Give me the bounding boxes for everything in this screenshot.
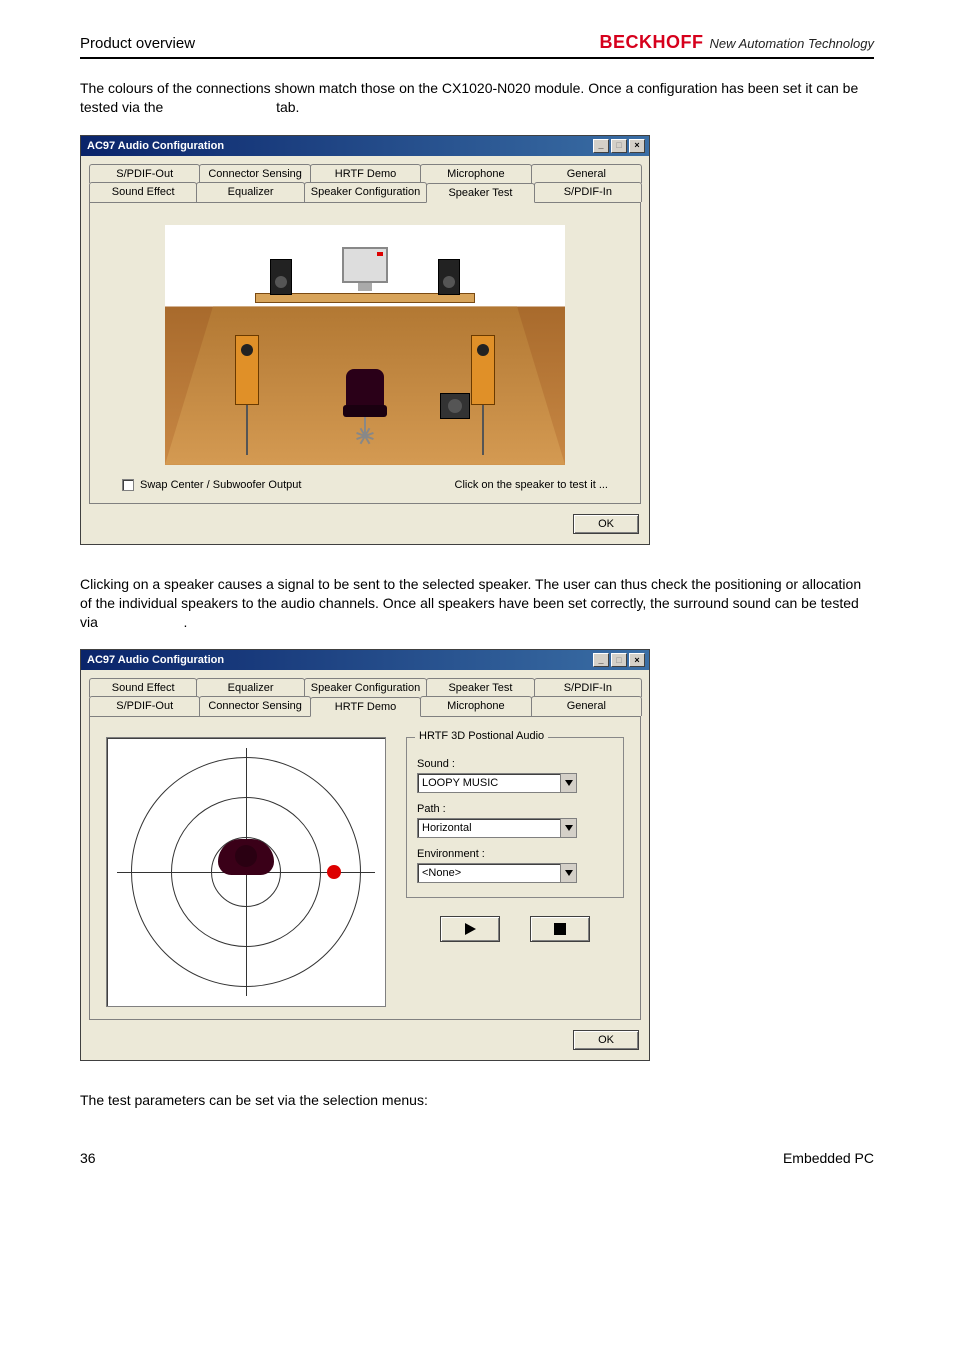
- monitor-icon: [342, 247, 388, 283]
- tab-speaker-test[interactable]: Speaker Test: [426, 183, 534, 203]
- environment-value: <None>: [422, 867, 461, 879]
- section-title: Product overview: [80, 35, 195, 52]
- tab-hrtf-demo[interactable]: HRTF Demo: [310, 697, 421, 717]
- speaker-test-scene[interactable]: [165, 225, 565, 465]
- minimize-button[interactable]: _: [593, 139, 609, 153]
- brand-tagline: New Automation Technology: [709, 36, 874, 51]
- environment-label: Environment :: [417, 848, 613, 860]
- front-left-speaker-icon[interactable]: [270, 259, 292, 295]
- listener-top-icon: [218, 839, 274, 899]
- brand-logo: BECKHOFF: [599, 32, 703, 53]
- window-title: AC97 Audio Configuration: [87, 654, 224, 666]
- tab-connector-sensing[interactable]: Connector Sensing: [199, 164, 310, 183]
- path-label: Path :: [417, 803, 613, 815]
- rear-right-speaker-icon[interactable]: [471, 335, 495, 405]
- chevron-down-icon[interactable]: [560, 819, 576, 837]
- audio-config-dialog-hrtf-demo: AC97 Audio Configuration _ □ × Sound Eff…: [80, 649, 650, 1061]
- swap-label: Swap Center / Subwoofer Output: [140, 479, 301, 491]
- tab-speaker-configuration[interactable]: Speaker Configuration: [304, 182, 427, 202]
- chevron-down-icon[interactable]: [560, 774, 576, 792]
- path-select[interactable]: Horizontal: [417, 818, 577, 838]
- tab-microphone[interactable]: Microphone: [420, 164, 531, 183]
- sound-value: LOOPY MUSIC: [422, 777, 498, 789]
- environment-select[interactable]: <None>: [417, 863, 577, 883]
- tab-microphone[interactable]: Microphone: [420, 696, 531, 716]
- tab-speaker-configuration[interactable]: Speaker Configuration: [304, 678, 427, 697]
- play-button[interactable]: [440, 916, 500, 942]
- audio-config-dialog-speaker-test: AC97 Audio Configuration _ □ × S/PDIF-Ou…: [80, 135, 650, 545]
- hrtf-group-label: HRTF 3D Postional Audio: [415, 730, 548, 742]
- tab-spdif-out[interactable]: S/PDIF-Out: [89, 164, 200, 183]
- ok-button[interactable]: OK: [573, 1030, 639, 1050]
- subwoofer-icon[interactable]: [440, 393, 470, 419]
- intro-paragraph-3: The test parameters can be set via the s…: [80, 1091, 874, 1110]
- chevron-down-icon[interactable]: [560, 864, 576, 882]
- titlebar[interactable]: AC97 Audio Configuration _ □ ×: [81, 650, 649, 670]
- close-button[interactable]: ×: [629, 139, 645, 153]
- tab-spdif-out[interactable]: S/PDIF-Out: [89, 696, 200, 716]
- front-right-speaker-icon[interactable]: [438, 259, 460, 295]
- sound-source-dot-icon[interactable]: [327, 865, 341, 879]
- close-button[interactable]: ×: [629, 653, 645, 667]
- maximize-button[interactable]: □: [611, 139, 627, 153]
- tab-sound-effect[interactable]: Sound Effect: [89, 678, 197, 697]
- tab-general[interactable]: General: [531, 164, 642, 183]
- stop-icon: [554, 923, 566, 935]
- intro-paragraph-2: Clicking on a speaker causes a signal to…: [80, 575, 874, 632]
- intro-paragraph-1: The colours of the connections shown mat…: [80, 79, 874, 117]
- swap-center-sub-checkbox[interactable]: Swap Center / Subwoofer Output: [122, 479, 301, 491]
- tab-sound-effect[interactable]: Sound Effect: [89, 182, 197, 202]
- page-header: Product overview BECKHOFF New Automation…: [80, 32, 874, 59]
- tab-general[interactable]: General: [531, 696, 642, 716]
- tab-spdif-in[interactable]: S/PDIF-In: [534, 678, 642, 697]
- doc-name: Embedded PC: [783, 1150, 874, 1166]
- intro-p1-suffix: tab.: [276, 99, 299, 115]
- tab-hrtf-demo[interactable]: HRTF Demo: [310, 164, 421, 183]
- tab-connector-sensing[interactable]: Connector Sensing: [199, 696, 310, 716]
- stop-button[interactable]: [530, 916, 590, 942]
- listener-chair-icon: [341, 369, 389, 425]
- sound-select[interactable]: LOOPY MUSIC: [417, 773, 577, 793]
- hrtf-radar[interactable]: [106, 737, 386, 1007]
- hrtf-fieldset: HRTF 3D Postional Audio Sound : LOOPY MU…: [406, 737, 624, 898]
- tab-speaker-test[interactable]: Speaker Test: [426, 678, 534, 697]
- intro-p2-suffix: .: [183, 614, 187, 630]
- ok-button[interactable]: OK: [573, 514, 639, 534]
- window-title: AC97 Audio Configuration: [87, 140, 224, 152]
- minimize-button[interactable]: _: [593, 653, 609, 667]
- page-footer: 36 Embedded PC: [80, 1150, 874, 1166]
- maximize-button[interactable]: □: [611, 653, 627, 667]
- rear-left-speaker-icon[interactable]: [235, 335, 259, 405]
- path-value: Horizontal: [422, 822, 472, 834]
- sound-label: Sound :: [417, 758, 613, 770]
- page-number: 36: [80, 1150, 96, 1166]
- intro-p1-text: The colours of the connections shown mat…: [80, 80, 858, 115]
- tab-equalizer[interactable]: Equalizer: [196, 678, 304, 697]
- titlebar[interactable]: AC97 Audio Configuration _ □ ×: [81, 136, 649, 156]
- intro-p2-text: Clicking on a speaker causes a signal to…: [80, 576, 861, 630]
- play-icon: [463, 922, 477, 936]
- tab-equalizer[interactable]: Equalizer: [196, 182, 304, 202]
- tab-spdif-in[interactable]: S/PDIF-In: [534, 182, 642, 202]
- speaker-test-hint: Click on the speaker to test it ...: [455, 479, 608, 491]
- checkbox-icon[interactable]: [122, 479, 134, 491]
